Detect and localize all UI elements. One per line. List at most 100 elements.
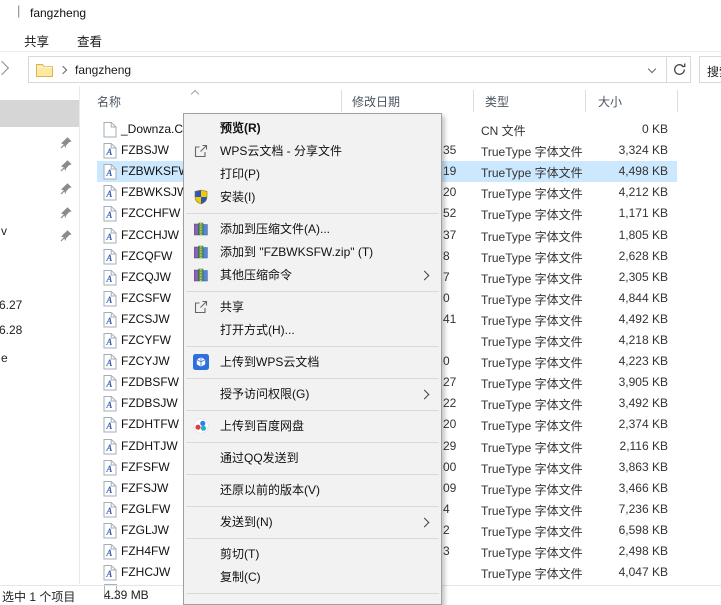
address-bar[interactable]: fangzheng <box>28 56 691 83</box>
menu-separator <box>186 506 439 507</box>
svg-text:A: A <box>105 464 112 474</box>
column-divider[interactable] <box>677 90 678 112</box>
file-name: FZCQFW <box>121 249 172 263</box>
search-placeholder: 搜索 <box>707 65 721 79</box>
font-file-icon: A <box>103 395 117 415</box>
tab-view[interactable]: 查看 <box>77 31 102 50</box>
context-menu-item[interactable]: 添加到 "FZBWKSFW.zip" (T) <box>184 241 441 264</box>
chevron-down-icon[interactable] <box>648 65 656 73</box>
file-size: 3,863 KB <box>560 460 668 474</box>
file-date-fragment: 27 <box>443 375 456 389</box>
file-name: FZCYFW <box>121 333 171 347</box>
svg-text:A: A <box>105 274 112 284</box>
context-menu-item[interactable]: 打开方式(H)... <box>184 319 441 342</box>
font-file-icon: A <box>103 374 117 394</box>
file-size: 2,374 KB <box>560 417 668 431</box>
font-file-icon: A <box>103 353 117 373</box>
context-menu-item[interactable]: 复制(C) <box>184 566 441 589</box>
file-name: FZGLFW <box>121 502 170 516</box>
context-menu-item[interactable]: 共享 <box>184 296 441 319</box>
menu-item-label: 预览(R) <box>220 121 261 135</box>
column-header-name[interactable]: 名称 <box>97 93 121 110</box>
context-menu-item[interactable]: 还原以前的版本(V) <box>184 479 441 502</box>
svg-text:A: A <box>105 422 112 432</box>
menu-item-label: 上传到WPS云文档 <box>220 355 319 369</box>
column-header-date[interactable]: 修改日期 <box>352 93 400 110</box>
file-name: FZCSJW <box>121 312 170 326</box>
column-divider[interactable] <box>473 90 474 112</box>
search-input[interactable]: 搜索 <box>699 56 721 83</box>
menu-separator <box>186 538 439 539</box>
context-menu-item[interactable]: 上传到百度网盘 <box>184 415 441 438</box>
file-size: 4,498 KB <box>560 164 668 178</box>
context-menu-item[interactable]: 发送到(N) <box>184 511 441 534</box>
svg-text:A: A <box>105 506 112 516</box>
menu-separator <box>186 474 439 475</box>
breadcrumb[interactable]: fangzheng <box>75 63 131 77</box>
menu-item-label: 上传到百度网盘 <box>220 419 304 433</box>
font-file-icon: A <box>103 184 117 204</box>
file-size: 4,047 KB <box>560 565 668 579</box>
file-size: 1,805 KB <box>560 228 668 242</box>
file-name: FZCCHJW <box>121 228 179 242</box>
column-header-size[interactable]: 大小 <box>598 93 622 110</box>
context-menu-item[interactable]: 添加到压缩文件(A)... <box>184 218 441 241</box>
context-menu-item[interactable]: 其他压缩命令 <box>184 264 441 287</box>
svg-text:A: A <box>105 485 112 495</box>
menu-item-icon <box>193 166 209 182</box>
menu-item-icon <box>193 386 209 402</box>
share-file-icon <box>193 143 209 159</box>
context-menu-item[interactable]: 剪切(T) <box>184 543 441 566</box>
winrar-icon <box>193 221 209 237</box>
refresh-icon[interactable] <box>672 62 687 80</box>
wps-cloud-icon <box>193 354 209 370</box>
svg-text:A: A <box>105 569 112 579</box>
menu-item-label: 发送到(N) <box>220 515 273 529</box>
file-date-fragment: 29 <box>443 439 456 453</box>
column-divider[interactable] <box>585 90 586 112</box>
context-menu-item[interactable]: 打印(P) <box>184 163 441 186</box>
menu-separator <box>186 378 439 379</box>
file-date-fragment: 41 <box>443 312 456 326</box>
context-menu-item[interactable]: 授予访问权限(G) <box>184 383 441 406</box>
file-name: FZFSFW <box>121 460 170 474</box>
file-name: FZBWKSFW <box>121 164 190 178</box>
context-menu-item[interactable]: 上传到WPS云文档 <box>184 351 441 374</box>
file-name: FZCSFW <box>121 291 171 305</box>
file-date-fragment: 35 <box>443 143 456 157</box>
window-title: fangzheng <box>30 6 86 20</box>
menu-item-label: 打开方式(H)... <box>220 323 295 337</box>
file-name: _Downza.C <box>121 122 183 136</box>
menu-item-label: 通过QQ发送到 <box>220 451 299 465</box>
file-name: FZDHTFW <box>121 417 179 431</box>
font-file-icon: A <box>103 269 117 289</box>
up-arrow-icon[interactable] <box>0 61 9 75</box>
file-date-fragment: 3 <box>443 544 450 558</box>
menu-item-label: 添加到 "FZBWKSFW.zip" (T) <box>220 245 373 259</box>
explorer-window: { "window": {"title": "fangzheng", "qat_… <box>0 0 721 597</box>
status-selection-size: 4.39 MB <box>104 588 149 602</box>
file-date-fragment: 52 <box>443 206 456 220</box>
tab-share[interactable]: 共享 <box>24 31 49 50</box>
context-menu-item[interactable]: 通过QQ发送到 <box>184 447 441 470</box>
file-name: FZH4FW <box>121 544 170 558</box>
baidu-netdisk-icon <box>193 418 209 434</box>
svg-text:A: A <box>105 189 112 199</box>
menu-item-label: 添加到压缩文件(A)... <box>220 222 330 236</box>
column-divider[interactable] <box>341 90 342 112</box>
context-menu-item[interactable]: 预览(R) <box>184 117 441 140</box>
context-menu-item[interactable]: WPS云文档 - 分享文件 <box>184 140 441 163</box>
file-name: FZFSJW <box>121 481 168 495</box>
file-date-fragment: 8 <box>443 249 450 263</box>
file-size: 4,844 KB <box>560 291 668 305</box>
context-menu-item[interactable]: 安装(I) <box>184 186 441 209</box>
svg-text:A: A <box>105 232 112 242</box>
file-date-fragment: 2 <box>443 523 450 537</box>
column-header-type[interactable]: 类型 <box>485 93 509 110</box>
svg-text:A: A <box>105 253 112 263</box>
file-date-fragment: 0 <box>443 291 450 305</box>
file-size: 0 KB <box>560 122 668 136</box>
menu-separator <box>186 346 439 347</box>
file-size: 4,492 KB <box>560 312 668 326</box>
file-date-fragment: 4 <box>443 502 450 516</box>
